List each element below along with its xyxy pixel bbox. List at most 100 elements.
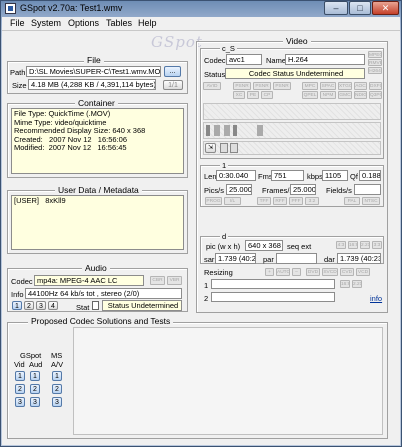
flag-row2-4: QPEL — [302, 91, 318, 99]
resize-row-2-field — [211, 292, 335, 302]
fms-field: 751 — [271, 170, 304, 181]
frames-field: 25.000 — [290, 184, 316, 195]
flag-row2-6: GMC — [338, 91, 352, 99]
resize-row-1-ar-a: 16:9 — [340, 280, 350, 288]
frame-flag-pal: PAL — [344, 197, 360, 205]
ms-av-test-1[interactable]: 1 — [52, 371, 62, 381]
size-field: 4.18 MB (4,288 KB / 4,391,114 bytes) — [28, 79, 156, 90]
gspot-aud-test-1[interactable]: 1 — [30, 371, 40, 381]
frame-flag-prog: PROG — [205, 197, 222, 205]
gspot-aud-test-2[interactable]: 2 — [30, 384, 40, 394]
flag-avid: AVID — [203, 82, 221, 90]
dar-field: 1.739 (40:23) — [337, 253, 381, 264]
pic-field: 640 x 368 — [245, 240, 283, 251]
minimize-button[interactable]: – — [324, 1, 348, 15]
audio-status-field: Status Undetermined — [102, 300, 182, 311]
proposed-solutions-list — [73, 327, 383, 435]
menu-bar: File System Options Tables Help — [2, 17, 400, 31]
video-status-label: Status — [204, 70, 226, 79]
flag-row2-7: NDIG — [354, 91, 367, 99]
audio-stat-1[interactable]: 1 — [12, 301, 22, 310]
audio-group-title: Audio — [82, 263, 110, 273]
video-group-title: Video — [283, 36, 311, 46]
maximize-button[interactable]: □ — [349, 1, 371, 15]
audio-info-field: 44100Hz 64 kb/s tot , stereo (2/0) — [25, 288, 182, 299]
par-field — [276, 253, 317, 264]
resize-plus: + — [265, 268, 274, 276]
video-name-label: Name — [266, 56, 287, 65]
resize-dvd: DVD — [306, 268, 320, 276]
qf-field: 0.188 — [359, 170, 381, 181]
frame-marker-e — [257, 125, 263, 136]
dimensions-marker: d — [220, 232, 229, 241]
kbps-field: 1105 — [322, 170, 348, 181]
ar-4-3: 4:3 — [336, 241, 346, 249]
frame-small-box-b — [230, 143, 238, 153]
audio-stat-2[interactable]: 2 — [24, 301, 34, 310]
len-field: 0:30.040 — [216, 170, 256, 181]
userdata-box: [USER] 8xKll9 — [11, 195, 184, 250]
title-bar[interactable]: GSpot v2.70a: Test1.wmv – □ ✕ — [0, 0, 402, 17]
frame-flag-pff: PFF — [289, 197, 303, 205]
par-label: par — [263, 255, 274, 264]
resize-svcd: SVCD — [322, 268, 338, 276]
menu-options[interactable]: Options — [68, 18, 99, 28]
flag-row2-8: Q3P0 — [369, 91, 382, 99]
flag-1: PSNR — [233, 82, 251, 90]
resize-row-2-label: 2 — [204, 294, 209, 303]
seq-ext-label: seq ext — [287, 242, 312, 251]
frame-marker-d — [233, 125, 237, 136]
gspot-vid-test-2[interactable]: 2 — [15, 384, 25, 394]
pics-label: Pics/s — [204, 186, 225, 195]
video-name-field: H.264 — [285, 54, 365, 65]
sar-label: sar — [204, 255, 215, 264]
menu-tables[interactable]: Tables — [106, 18, 132, 28]
menu-system[interactable]: System — [31, 18, 61, 28]
sar-field: 1.739 (40:23) — [215, 253, 256, 264]
gspot-vid-test-3[interactable]: 3 — [15, 397, 25, 407]
resize-row-1-label: 1 — [204, 281, 209, 290]
path-field[interactable]: D:\SL Movies\SUPER-C\Test1.wmv.MOV — [26, 66, 161, 77]
frame-bar-top — [203, 103, 381, 120]
fields-field — [354, 184, 381, 195]
flag-row2-5: NPM — [320, 91, 336, 99]
frame-marker-b — [214, 125, 220, 136]
frame-marker-c — [224, 125, 230, 136]
ms-av-test-3[interactable]: 3 — [52, 397, 62, 407]
ar-221: 2.21 — [360, 241, 370, 249]
resize-window-icon[interactable]: ⇲ — [205, 143, 216, 153]
resize-auto: AUTO — [276, 268, 290, 276]
gspot-aud-test-3[interactable]: 3 — [30, 397, 40, 407]
resize-cvd: CVD — [340, 268, 354, 276]
menu-help[interactable]: Help — [138, 18, 157, 28]
gspot-vid-test-1[interactable]: 1 — [15, 371, 25, 381]
menu-file[interactable]: File — [10, 18, 25, 28]
video-codec-label: Codec — [204, 56, 226, 65]
userdata-group-title: User Data / Metadata — [55, 185, 142, 195]
frame-flag-32: 3:2 — [305, 197, 319, 205]
audio-codec-field: mp4a: MPEG-4 AAC LC — [34, 275, 144, 286]
browse-button[interactable]: ... — [164, 66, 181, 77]
frame-flag-rff: RFF — [273, 197, 287, 205]
audio-info-label: Info — [11, 290, 24, 299]
side-tag-3: H264 — [368, 67, 382, 74]
flag-7: AOC — [354, 82, 367, 90]
audio-stat-4[interactable]: 4 — [48, 301, 58, 310]
ms-av-test-2[interactable]: 2 — [52, 384, 62, 394]
audio-codec-label: Codec — [11, 277, 33, 286]
flag-4: MPC — [302, 82, 318, 90]
container-info-box: File Type: QuickTime (.MOV) Mime Type: v… — [11, 108, 184, 174]
aud-label: Aud — [29, 360, 43, 369]
page-indicator[interactable]: 1/1 — [163, 80, 183, 90]
close-button[interactable]: ✕ — [372, 1, 399, 15]
window-title: GSpot v2.70a: Test1.wmv — [20, 3, 123, 13]
audio-stat-3[interactable]: 3 — [36, 301, 46, 310]
side-tag-1: MPEG — [368, 51, 382, 58]
flag-2: PSNR — [253, 82, 271, 90]
info-link[interactable]: info — [370, 294, 382, 303]
frame-small-box-a — [220, 143, 228, 153]
kbps-label: kbps — [307, 172, 323, 181]
audio-stat-label: Stat — [76, 303, 90, 312]
resize-row-1-ar-b: 2.21 — [352, 280, 362, 288]
av-label: A/V — [51, 360, 64, 369]
